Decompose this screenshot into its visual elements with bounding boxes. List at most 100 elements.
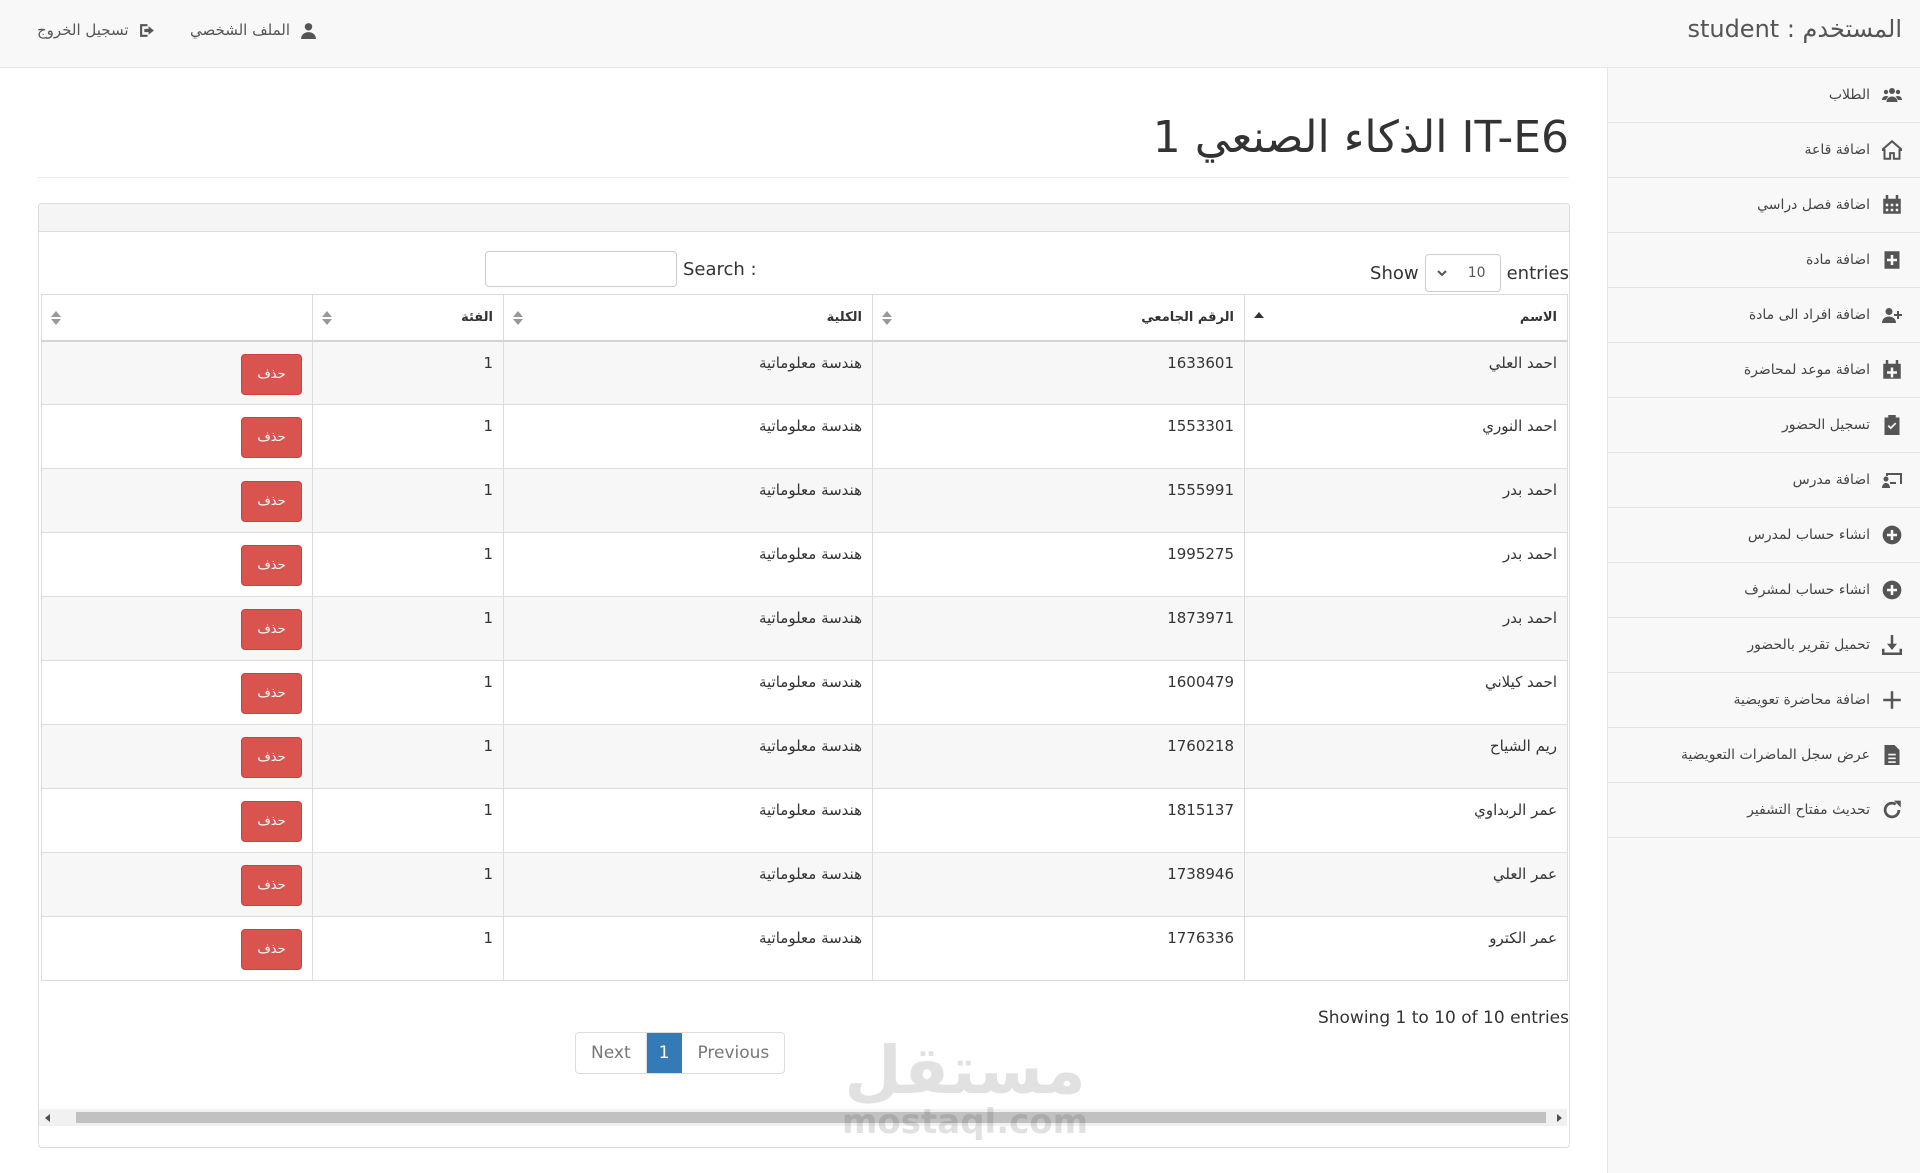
- cell-faculty: هندسة معلوماتية: [503, 596, 873, 661]
- sidebar-item-create-teacher-account[interactable]: انشاء حساب لمدرس: [1608, 508, 1920, 563]
- delete-button[interactable]: حذف: [241, 929, 302, 970]
- refresh-icon: [1883, 800, 1901, 819]
- column-header-student-id[interactable]: الرقم الجامعي: [872, 294, 1245, 342]
- sidebar-item-label: اضافة قاعة: [1804, 142, 1870, 158]
- pagination-page-button[interactable]: 1: [646, 1033, 683, 1073]
- book-plus-icon: [1884, 251, 1900, 269]
- delete-button[interactable]: حذف: [241, 737, 302, 778]
- table-row: عمر الكترو 1776336 هندسة معلوماتية 1 حذف: [41, 916, 1568, 981]
- sign-out-icon: [139, 23, 154, 37]
- sidebar-item-add-members-to-subject[interactable]: اضافة افراد الى مادة: [1608, 288, 1920, 343]
- sidebar-item-label: اضافة موعد لمحاضرة: [1743, 362, 1870, 378]
- top-navbar: المستخدم : student الملف الشخصي تسجيل ال…: [0, 0, 1920, 68]
- page-title: الذكاء الصنعي 1 IT-E6: [1152, 112, 1569, 163]
- sidebar-item-add-teacher[interactable]: اضافة مدرس: [1608, 453, 1920, 508]
- triangle-right-icon: [1556, 1113, 1562, 1122]
- cell-name: احمد العلي: [1244, 340, 1568, 405]
- cell-student-id: 1776336: [872, 916, 1245, 981]
- cell-actions: حذف: [41, 724, 313, 789]
- chevron-down-icon: [1436, 270, 1447, 277]
- delete-button[interactable]: حذف: [241, 353, 302, 395]
- logout-link[interactable]: تسجيل الخروج: [37, 21, 156, 39]
- pagination-previous-button[interactable]: Previous: [682, 1033, 784, 1073]
- calendar-icon: [1883, 195, 1901, 214]
- scroll-right-arrow[interactable]: [1550, 1109, 1567, 1126]
- horizontal-scrollbar[interactable]: [39, 1109, 1567, 1126]
- search-label: Search :: [683, 258, 757, 280]
- delete-button[interactable]: حذف: [241, 417, 302, 458]
- delete-button[interactable]: حذف: [241, 865, 302, 906]
- sidebar-item-add-subject[interactable]: اضافة مادة: [1608, 233, 1920, 288]
- cell-student-id: 1995275: [872, 532, 1245, 597]
- sort-ascending-icon: [1253, 309, 1265, 327]
- user-icon: [301, 22, 316, 39]
- cell-actions: حذف: [41, 340, 313, 405]
- sidebar-item-download-attendance-report[interactable]: تحميل تقرير بالحضور: [1608, 618, 1920, 673]
- column-header-label: الاسم: [1519, 309, 1557, 325]
- table-info: Showing 1 to 10 of 10 entries: [1317, 1008, 1569, 1028]
- cell-category: 1: [312, 724, 504, 789]
- scrollbar-thumb[interactable]: [76, 1112, 1546, 1123]
- table-row: احمد العلي 1633601 هندسة معلوماتية 1 حذف: [41, 340, 1568, 405]
- delete-button[interactable]: حذف: [241, 481, 302, 522]
- sidebar-item-students[interactable]: الطلاب: [1608, 68, 1920, 123]
- delete-button[interactable]: حذف: [241, 801, 302, 842]
- delete-button[interactable]: حذف: [241, 545, 302, 586]
- sidebar-item-record-attendance[interactable]: تسجيل الحضور: [1608, 398, 1920, 453]
- sidebar-item-add-makeup-lecture[interactable]: اضافة محاضرة تعويضية: [1608, 673, 1920, 728]
- column-header-category[interactable]: الفئة: [312, 294, 504, 342]
- column-header-faculty[interactable]: الكلية: [503, 294, 873, 342]
- column-header-label: الفئة: [461, 309, 493, 325]
- sidebar-item-create-supervisor-account[interactable]: انشاء حساب لمشرف: [1608, 563, 1920, 618]
- plus-icon: [1883, 691, 1901, 709]
- cell-faculty: هندسة معلوماتية: [503, 404, 873, 469]
- triangle-left-icon: [44, 1113, 50, 1122]
- sidebar-item-label: اضافة فصل دراسي: [1757, 197, 1870, 213]
- cell-faculty: هندسة معلوماتية: [503, 788, 873, 853]
- sort-icon: [321, 309, 333, 327]
- sidebar-item-label: اضافة افراد الى مادة: [1748, 307, 1870, 323]
- sidebar-item-add-hall[interactable]: اضافة قاعة: [1608, 123, 1920, 178]
- cell-category: 1: [312, 788, 504, 853]
- cell-student-id: 1815137: [872, 788, 1245, 853]
- table-row: احمد بدر 1995275 هندسة معلوماتية 1 حذف: [41, 532, 1568, 597]
- sidebar-item-label: عرض سجل الماضرات التعويضية: [1680, 747, 1870, 763]
- plus-circle-icon: [1882, 525, 1902, 545]
- profile-link-label: الملف الشخصي: [190, 21, 290, 39]
- sidebar-item-add-lecture-time[interactable]: اضافة موعد لمحاضرة: [1608, 343, 1920, 398]
- column-header-label: الرقم الجامعي: [1141, 309, 1234, 325]
- column-header-name[interactable]: الاسم: [1244, 294, 1568, 342]
- sidebar: الطلاب اضافة قاعة اضافة فصل دراسي اضافة …: [1607, 68, 1920, 1173]
- cell-name: احمد بدر: [1244, 468, 1568, 533]
- search-control: Search :: [485, 251, 757, 287]
- cell-faculty: هندسة معلوماتية: [503, 724, 873, 789]
- cell-actions: حذف: [41, 468, 313, 533]
- logout-link-label: تسجيل الخروج: [37, 21, 129, 39]
- sidebar-item-label: تحديث مفتاح التشفير: [1747, 802, 1870, 818]
- entries-select[interactable]: 10: [1424, 254, 1501, 292]
- delete-button[interactable]: حذف: [241, 673, 302, 714]
- search-input[interactable]: [485, 251, 677, 287]
- students-panel: Show 10 entries Search : الاسم الرقم الج…: [38, 203, 1570, 1148]
- pagination-next-button[interactable]: Next: [576, 1033, 647, 1073]
- sidebar-item-update-encryption-key[interactable]: تحديث مفتاح التشفير: [1608, 783, 1920, 838]
- cell-actions: حذف: [41, 788, 313, 853]
- column-header-actions[interactable]: [41, 294, 313, 342]
- pagination: Next 1 Previous: [575, 1032, 786, 1074]
- download-icon: [1882, 635, 1902, 655]
- sidebar-item-label: تسجيل الحضور: [1781, 417, 1870, 433]
- entries-select-value: 10: [1467, 265, 1486, 281]
- table-row: احمد النوري 1553301 هندسة معلوماتية 1 حذ…: [41, 404, 1568, 469]
- table-header-row: الاسم الرقم الجامعي الكلية الفئة: [41, 294, 1568, 342]
- scroll-left-arrow[interactable]: [39, 1109, 56, 1126]
- sidebar-item-makeup-lectures-log[interactable]: عرض سجل الماضرات التعويضية: [1608, 728, 1920, 783]
- delete-button[interactable]: حذف: [241, 609, 302, 650]
- file-icon: [1884, 745, 1900, 765]
- users-icon: [1882, 88, 1902, 102]
- sidebar-item-label: الطلاب: [1828, 87, 1870, 103]
- user-plus-icon: [1882, 308, 1902, 323]
- sidebar-item-add-semester[interactable]: اضافة فصل دراسي: [1608, 178, 1920, 233]
- sidebar-item-label: انشاء حساب لمدرس: [1747, 527, 1870, 543]
- profile-link[interactable]: الملف الشخصي: [190, 21, 317, 39]
- plus-circle-icon: [1882, 580, 1902, 600]
